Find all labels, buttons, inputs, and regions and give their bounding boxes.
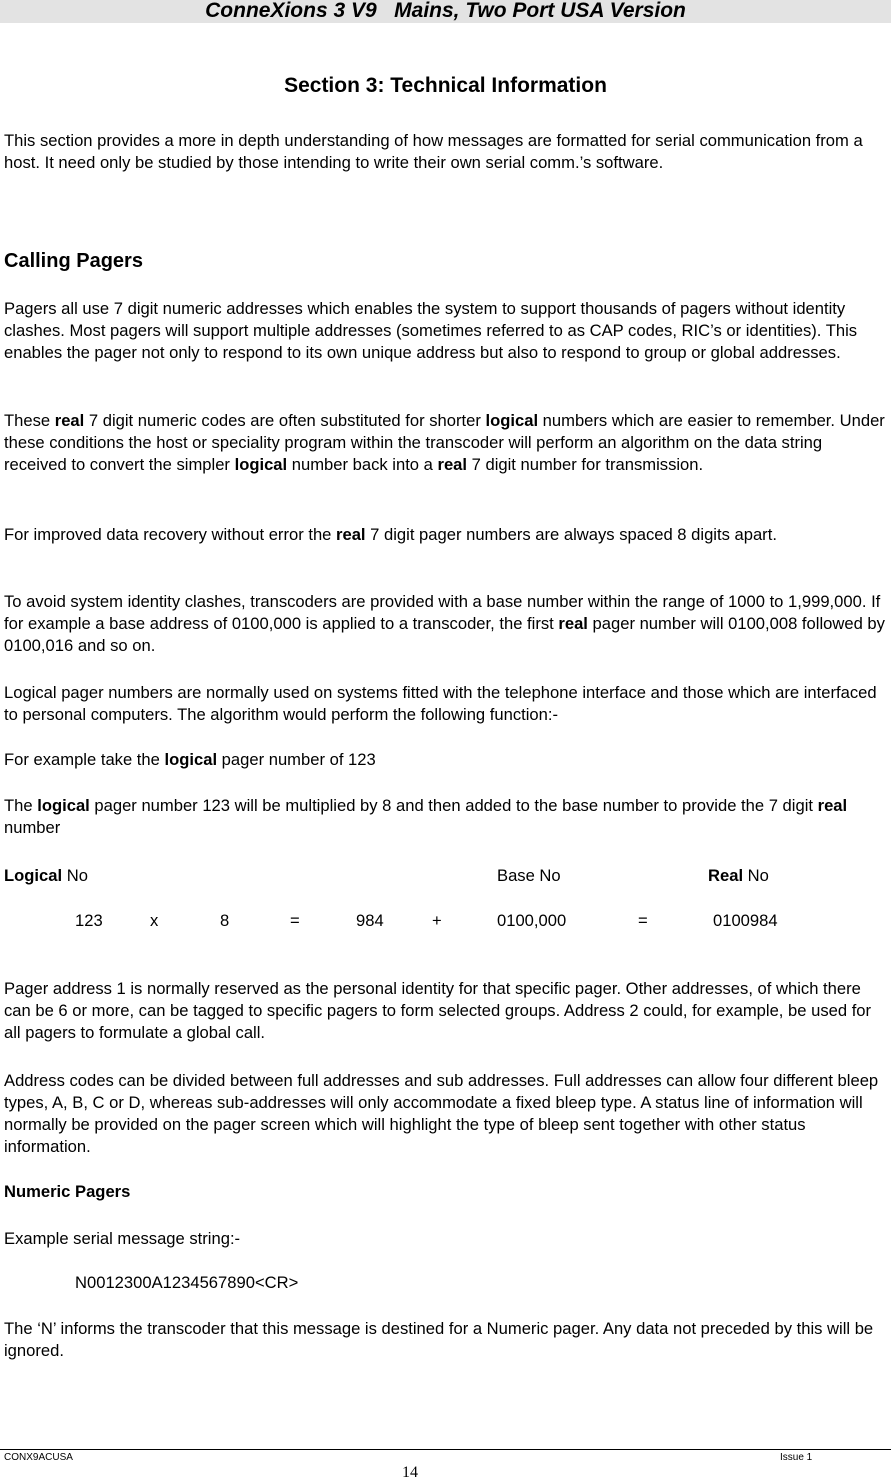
calc-base-value: 0100,000 bbox=[497, 911, 567, 930]
text: These bbox=[4, 411, 55, 430]
example-paragraph: For example take the logical pager numbe… bbox=[4, 749, 888, 771]
bold-text: real bbox=[54, 411, 85, 430]
example-message-string: N0012300A1234567890<CR> bbox=[75, 1273, 299, 1292]
text: For improved data recovery without error… bbox=[4, 525, 337, 544]
footer-divider bbox=[0, 1449, 891, 1450]
bold-text: real bbox=[817, 796, 848, 815]
text: No bbox=[743, 866, 769, 885]
real-no-header: Real No bbox=[708, 866, 769, 886]
bold-text: real bbox=[336, 525, 366, 544]
footer-issue: Issue 1 bbox=[780, 1452, 813, 1463]
text: The bbox=[4, 796, 38, 815]
calc-operator-plus: + bbox=[432, 911, 442, 930]
text: pager number of 123 bbox=[217, 750, 376, 769]
section-title: Section 3: Technical Information bbox=[284, 74, 607, 97]
multiply-paragraph: The logical pager number 123 will be mul… bbox=[4, 795, 888, 839]
address-codes-paragraph: Address codes can be divided between ful… bbox=[4, 1071, 879, 1156]
n-prefix-paragraph: The ‘N’ informs the transcoder that this… bbox=[4, 1319, 874, 1360]
calling-pagers-heading: Calling Pagers bbox=[4, 250, 143, 272]
text: number back into a bbox=[287, 455, 438, 474]
base-no-header: Base No bbox=[497, 866, 561, 885]
logical-numbers-paragraph: Logical pager numbers are normally used … bbox=[4, 683, 877, 724]
calc-real-value: 0100984 bbox=[713, 911, 778, 930]
pagers-paragraph: Pagers all use 7 digit numeric addresses… bbox=[4, 299, 858, 362]
text: No bbox=[62, 866, 88, 885]
text: 7 digit pager numbers are always spaced … bbox=[365, 525, 777, 544]
page-number: 14 bbox=[402, 1464, 418, 1481]
bold-text: logical bbox=[37, 796, 90, 815]
bold-text: logical bbox=[234, 455, 288, 474]
document-header: ConneXions 3 V9 Mains, Two Port USA Vers… bbox=[0, 0, 891, 23]
base-number-paragraph: To avoid system identity clashes, transc… bbox=[4, 591, 888, 657]
bold-text: real bbox=[558, 614, 588, 633]
bold-text: real bbox=[437, 455, 468, 474]
calc-operator-equals: = bbox=[290, 911, 300, 930]
calc-multiplier: 8 bbox=[220, 911, 230, 930]
numeric-pagers-heading: Numeric Pagers bbox=[4, 1182, 131, 1201]
intro-paragraph: This section provides a more in depth un… bbox=[4, 131, 863, 172]
text: 7 digit numeric codes are often substitu… bbox=[84, 411, 486, 430]
calc-product: 984 bbox=[356, 911, 384, 930]
calc-operator-equals: = bbox=[638, 911, 648, 930]
pager-address-paragraph: Pager address 1 is normally reserved as … bbox=[4, 979, 872, 1042]
bold-text: Real bbox=[708, 866, 744, 885]
bold-text: Logical bbox=[4, 866, 63, 885]
example-label: Example serial message string:- bbox=[4, 1229, 241, 1248]
logical-no-header: Logical No bbox=[4, 866, 88, 886]
calc-logical-value: 123 bbox=[75, 911, 103, 930]
calc-operator-multiply: x bbox=[150, 911, 159, 930]
text: pager number 123 will be multiplied by 8… bbox=[89, 796, 818, 815]
bold-text: logical bbox=[164, 750, 218, 769]
text: 7 digit number for transmission. bbox=[467, 455, 704, 474]
spacing-paragraph: For improved data recovery without error… bbox=[4, 524, 888, 546]
text: For example take the bbox=[4, 750, 165, 769]
footer-doc-code: CONX9ACUSA bbox=[4, 1452, 73, 1463]
real-codes-paragraph: These real 7 digit numeric codes are oft… bbox=[4, 410, 888, 476]
bold-text: logical bbox=[485, 411, 539, 430]
text: number bbox=[4, 818, 61, 837]
